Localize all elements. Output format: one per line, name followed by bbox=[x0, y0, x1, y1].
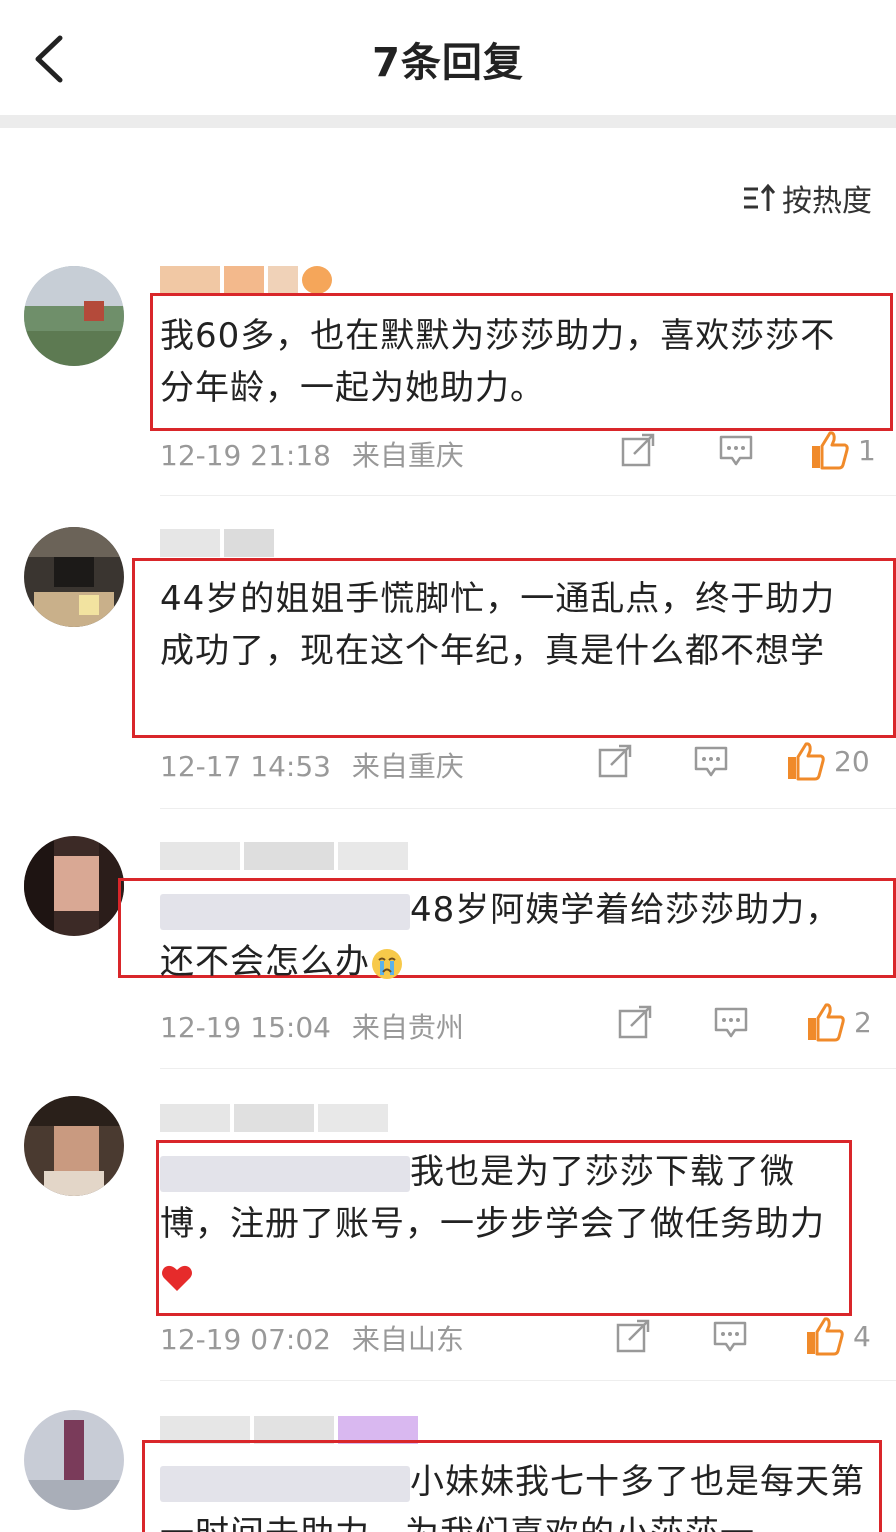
divider bbox=[160, 1068, 896, 1069]
like-count: 2 bbox=[854, 1005, 872, 1039]
like-count: 1 bbox=[858, 433, 876, 467]
share-icon[interactable] bbox=[620, 432, 656, 468]
comment-source: 来自山东 bbox=[351, 1323, 464, 1356]
like-count: 20 bbox=[834, 744, 870, 778]
like-button[interactable]: 1 bbox=[810, 430, 876, 470]
divider bbox=[160, 808, 896, 809]
thumbs-up-icon bbox=[812, 431, 849, 470]
avatar[interactable] bbox=[24, 266, 124, 366]
comment-item: 我也是为了莎莎下载了微博，注册了账号，一步步学会了做任务助力 12-19 07:… bbox=[0, 1092, 896, 1382]
thumbs-up-icon bbox=[788, 742, 825, 781]
comment-item: 44岁的姐姐手慌脚忙，一通乱点，终于助力成功了，现在这个年纪，真是什么都不想学 … bbox=[0, 525, 896, 815]
like-button[interactable]: 20 bbox=[786, 741, 870, 781]
comment-meta: 12-19 15:04 来自贵州 bbox=[160, 1006, 464, 1046]
sort-by-hot-button[interactable]: 按热度 bbox=[742, 176, 872, 220]
username-blurred[interactable] bbox=[160, 842, 420, 874]
share-icon[interactable] bbox=[617, 1004, 653, 1040]
share-icon[interactable] bbox=[597, 743, 633, 779]
mention-blurred[interactable] bbox=[160, 1155, 410, 1192]
comment-body: 48岁阿姨学着给莎莎助力，还不会怎么办 bbox=[160, 884, 860, 988]
comment-time: 12-17 14:53 bbox=[160, 750, 331, 783]
like-button[interactable]: 2 bbox=[806, 1002, 872, 1042]
avatar[interactable] bbox=[24, 1410, 124, 1510]
thumbs-up-icon bbox=[808, 1003, 845, 1042]
comment-item: 我60多，也在默默为莎莎助力，喜欢莎莎不分年龄，一起为她助力。 12-19 21… bbox=[0, 260, 896, 496]
divider bbox=[160, 495, 896, 496]
page-title: 7条回复 bbox=[372, 40, 524, 86]
comment-source: 来自重庆 bbox=[351, 439, 464, 472]
avatar[interactable] bbox=[24, 1096, 124, 1196]
like-button[interactable]: 4 bbox=[805, 1316, 871, 1356]
username-blurred[interactable] bbox=[160, 529, 280, 561]
comment-icon[interactable] bbox=[718, 432, 754, 468]
share-icon[interactable] bbox=[615, 1318, 651, 1354]
comment-time: 12-19 15:04 bbox=[160, 1011, 331, 1044]
comment-meta: 12-17 14:53 来自重庆 bbox=[160, 745, 464, 785]
comment-source: 来自重庆 bbox=[351, 750, 464, 783]
thumbs-up-icon bbox=[807, 1317, 844, 1356]
comment-item: 48岁阿姨学着给莎莎助力，还不会怎么办 12-19 15:04 来自贵州 2 bbox=[0, 830, 896, 1075]
like-count: 4 bbox=[853, 1319, 871, 1353]
comment-meta: 12-19 21:18 来自重庆 bbox=[160, 434, 464, 474]
avatar[interactable] bbox=[24, 836, 124, 936]
heart-emoji bbox=[162, 1265, 192, 1291]
comment-source: 来自贵州 bbox=[351, 1011, 464, 1044]
comment-text: 我60多，也在默默为莎莎助力，喜欢莎莎不分年龄，一起为她助力。 bbox=[160, 316, 836, 408]
sort-label: 按热度 bbox=[782, 184, 872, 219]
mention-blurred[interactable] bbox=[160, 893, 410, 930]
header-divider bbox=[0, 115, 896, 128]
sort-icon bbox=[744, 183, 776, 211]
comment-body: 小妹妹我七十多了也是每天第一时间去助力，为我们喜欢的小莎莎一 bbox=[160, 1456, 880, 1532]
comment-icon[interactable] bbox=[693, 743, 729, 779]
crying-face-emoji bbox=[372, 948, 402, 979]
comment-time: 12-19 07:02 bbox=[160, 1323, 331, 1356]
mention-blurred[interactable] bbox=[160, 1465, 410, 1502]
top-bar: 7条回复 bbox=[0, 0, 896, 115]
username-blurred[interactable] bbox=[160, 1104, 400, 1136]
comment-text: 44岁的姐姐手慌脚忙，一通乱点，终于助力成功了，现在这个年纪，真是什么都不想学 bbox=[160, 579, 836, 671]
avatar[interactable] bbox=[24, 527, 124, 627]
comment-icon[interactable] bbox=[712, 1318, 748, 1354]
comment-icon[interactable] bbox=[713, 1004, 749, 1040]
comment-body: 我也是为了莎莎下载了微博，注册了账号，一步步学会了做任务助力 bbox=[160, 1146, 840, 1302]
comment-meta: 12-19 07:02 来自山东 bbox=[160, 1318, 464, 1358]
comment-time: 12-19 21:18 bbox=[160, 439, 331, 472]
divider bbox=[160, 1380, 896, 1381]
comment-item: 小妹妹我七十多了也是每天第一时间去助力，为我们喜欢的小莎莎一 bbox=[0, 1402, 896, 1532]
